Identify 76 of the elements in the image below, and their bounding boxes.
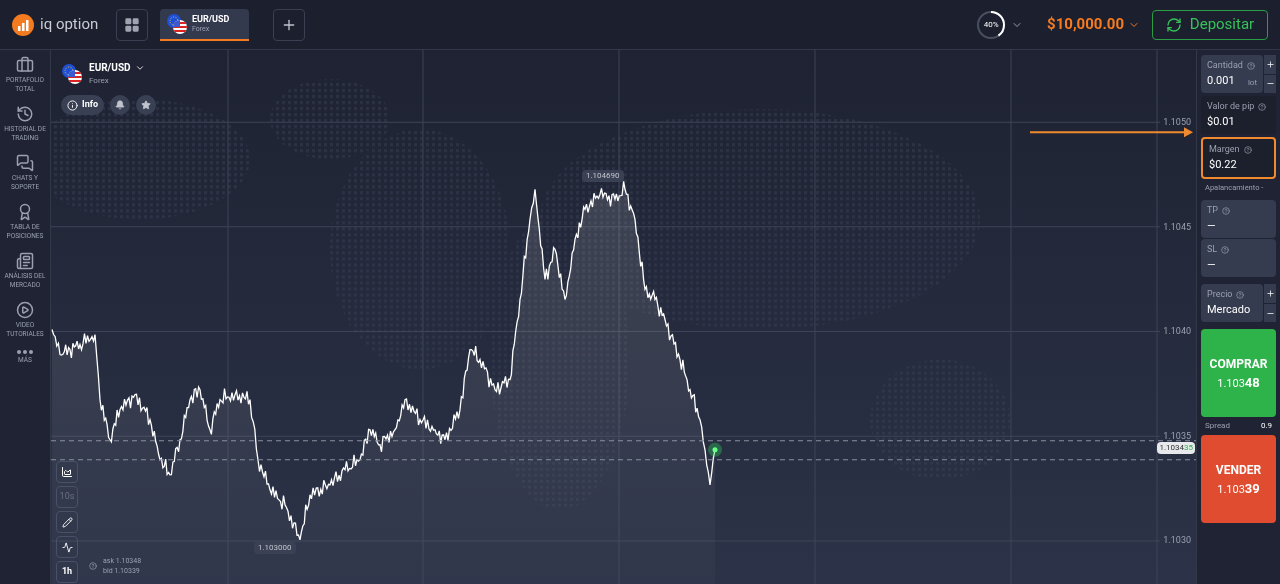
briefcase-icon	[16, 56, 34, 74]
help-icon	[1258, 102, 1267, 111]
take-profit-field[interactable]: TP —	[1201, 200, 1276, 239]
indicator-button[interactable]	[56, 536, 78, 558]
help-icon	[1246, 61, 1255, 70]
stop-loss-field[interactable]: SL —	[1201, 239, 1276, 278]
wave-icon	[61, 541, 73, 553]
price-axis-label: 1.1045	[1163, 220, 1191, 234]
increase-button[interactable]	[1264, 284, 1276, 303]
logo-text: iq option	[40, 14, 99, 36]
help-icon	[1222, 207, 1231, 215]
help-icon	[1243, 145, 1252, 154]
current-price-marker	[708, 442, 722, 457]
add-tab-button[interactable]	[273, 8, 305, 41]
amount-field[interactable]: Cantidad 0.001 lot	[1201, 55, 1263, 93]
apps-button[interactable]	[116, 8, 148, 41]
margin-field[interactable]: Margen $0.22	[1201, 137, 1276, 179]
field-value: $0.01	[1207, 113, 1235, 130]
field-value: —	[1207, 217, 1216, 234]
price-axis-label: 1.1035	[1163, 429, 1191, 443]
timeframe-button[interactable]: 1h	[56, 561, 78, 583]
help-icon	[1236, 291, 1245, 299]
field-value: Mercado	[1207, 301, 1251, 318]
field-label: Precio	[1207, 288, 1233, 302]
newspaper-icon	[16, 252, 34, 270]
grid-icon	[124, 16, 140, 33]
plus-icon	[1265, 59, 1275, 69]
chart-icon	[61, 466, 73, 478]
current-price-label: 1.103435	[1157, 442, 1195, 454]
info-button[interactable]: Info	[61, 95, 104, 115]
pencil-icon	[61, 516, 73, 528]
pip-value-field[interactable]: Valor de pip $0.01	[1201, 96, 1276, 134]
price-axis-label: 1.1040	[1163, 325, 1191, 338]
field-value: $0.22	[1209, 156, 1237, 173]
spread-label: Spread	[1205, 420, 1230, 433]
balance-button[interactable]: $10,000.00	[1047, 13, 1140, 36]
field-label: Margen	[1209, 143, 1240, 156]
decrease-button[interactable]	[1264, 303, 1276, 323]
spread-value: 0.9	[1260, 420, 1272, 433]
low-price-label: 1.103000	[254, 542, 296, 554]
high-price-label: 1.104690	[582, 170, 624, 182]
play-icon	[16, 301, 34, 319]
plus-icon	[1265, 289, 1275, 298]
star-icon	[141, 100, 151, 110]
more-icon	[17, 350, 33, 354]
price-axis-label: 1.1050	[1163, 116, 1191, 129]
asset-market: Forex	[89, 75, 110, 87]
field-value: 0.001	[1207, 72, 1235, 89]
logo-icon	[12, 13, 34, 36]
progress-ring	[975, 8, 1008, 41]
field-label: TP	[1207, 204, 1219, 218]
flag-icon	[166, 12, 188, 35]
asset-flag-icon	[61, 62, 83, 85]
help-icon	[1221, 246, 1230, 254]
tab-symbol: EUR/USD	[192, 13, 230, 25]
asset-selector[interactable]: EUR/USD	[89, 60, 145, 75]
deposit-button[interactable]: Depositar	[1152, 9, 1268, 40]
price-axis-label: 1.1030	[1163, 534, 1191, 547]
info-icon	[67, 99, 78, 111]
chat-icon	[16, 154, 34, 172]
decrease-button[interactable]	[1264, 74, 1276, 93]
draw-button[interactable]	[56, 511, 78, 533]
bell-icon	[115, 100, 125, 110]
field-label: Valor de pip	[1207, 100, 1255, 113]
price-field[interactable]: Precio Mercado	[1201, 284, 1263, 323]
field-label: SL	[1207, 243, 1218, 257]
chart-type-button[interactable]	[56, 461, 78, 483]
progress-label: 40%	[983, 18, 999, 31]
field-value: —	[1207, 256, 1216, 273]
refresh-icon	[1165, 16, 1182, 33]
field-label: Cantidad	[1207, 59, 1243, 72]
sell-button[interactable]: VENDER 1.10339	[1201, 435, 1276, 524]
history-icon	[16, 105, 34, 123]
increase-button[interactable]	[1264, 55, 1276, 74]
help-icon	[89, 562, 97, 570]
unit-label: lot	[1247, 77, 1257, 89]
